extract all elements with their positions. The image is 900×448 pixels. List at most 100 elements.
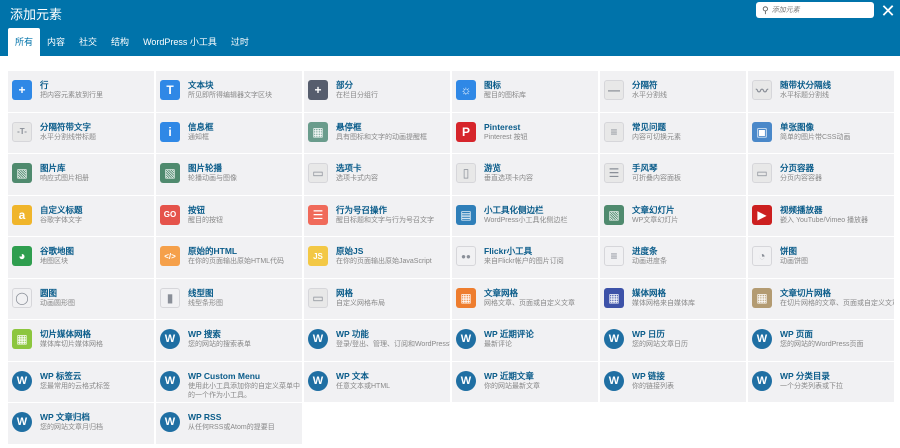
element-name: 原始JS — [336, 246, 364, 256]
element-item[interactable]: ▧ 文章幻灯片 WP文章幻灯片 — [600, 195, 746, 236]
element-item[interactable]: 〰随带状分隔线 水平标题分割线 — [748, 71, 894, 112]
element-item[interactable]: W WP 搜索 您的网站的搜索表单 — [156, 320, 302, 361]
element-item[interactable]: ▦ 媒体网格 媒体网格来自媒体库 — [600, 278, 746, 319]
js-icon: JS — [308, 246, 328, 266]
element-item[interactable]: P Pinterest Pinterest 按钮 — [452, 112, 598, 153]
element-description: 醒目的图标库 — [484, 92, 526, 99]
element-name: 悬停框 — [336, 121, 362, 132]
element-item[interactable]: W WP 标签云 您最常用的云格式标签 — [8, 361, 154, 402]
element-item[interactable]: ▣ 单张图像 简单的图片带CSS动画 — [748, 112, 894, 153]
html-icon: </> — [160, 246, 180, 266]
tab-all[interactable]: 所有 — [8, 28, 41, 56]
element-description: WP文章幻灯片 — [632, 216, 679, 224]
element-item[interactable]: i 信息框 通知框 — [156, 112, 302, 153]
element-description: 使用此小工具添加你的自定义菜单中的一个作为小工具。 — [188, 382, 300, 399]
element-name: Flickr小工具 — [484, 246, 533, 256]
zigzag-icon: 〰 — [752, 80, 772, 100]
element-name: 小工具化侧边栏 — [484, 204, 544, 215]
element-description: 分页内容容器 — [780, 175, 822, 182]
element-item[interactable]: ▭ 分页容器 分页内容容器 — [748, 154, 894, 195]
element-item[interactable]: ☼ 图标 醒目的图标库 — [452, 71, 598, 112]
search-box[interactable]: ⚲ — [756, 2, 874, 18]
element-item[interactable]: W WP 近期文章 你的网站最新文章 — [452, 361, 598, 402]
tab-structure[interactable]: 结构 — [104, 28, 136, 56]
element-item[interactable]: a 自定义标题 谷歌字体文字 — [8, 195, 154, 236]
element-item[interactable]: ▦ 文章切片网格 在切片网格的文章、页面或自定义文章 — [748, 278, 894, 319]
element-description: 从任何RSS或Atom的提要目 — [188, 424, 275, 431]
element-item[interactable]: ▯ 游览 垂直选项卡内容 — [452, 154, 598, 195]
element-description: 所见即所得编辑器文字区块 — [188, 92, 272, 99]
search-input[interactable] — [771, 3, 868, 17]
element-name: 自定义标题 — [40, 204, 83, 215]
element-name: 切片媒体网格 — [40, 329, 92, 339]
element-description: 一个分类列表或下拉 — [780, 382, 843, 390]
element-item[interactable]: </> 原始的HTML 在你的页面输出原始HTML代码 — [156, 237, 302, 278]
sun-icon: ☼ — [456, 80, 476, 100]
element-item[interactable]: ▶ 视频播放器 嵌入 YouTube/Vimeo 播放器 — [748, 195, 894, 236]
element-item[interactable]: -T- 分隔符带文字 水平分割线带标题 — [8, 112, 154, 153]
element-item[interactable]: W WP Custom Menu 使用此小工具添加你的自定义菜单中的一个作为小工具。 — [156, 361, 302, 402]
element-item[interactable]: ≡ 常见问题 内容可切换元素 — [600, 112, 746, 153]
element-description: 来自Flickr帐户的图片订阅 — [484, 258, 564, 265]
element-item[interactable]: JS 原始JS 在你的页面输出原始JavaScript — [304, 237, 450, 278]
element-item[interactable]: ☰ 行为号召操作 醒目标题和文字与行为号召文字 — [304, 195, 450, 236]
element-item[interactable]: ▦ 切片媒体网格 媒体库切片媒体网格 — [8, 320, 154, 361]
element-description: 您的网站的搜索表单 — [188, 341, 251, 348]
element-item[interactable]: ▦ 文章网格 网格文章、页面或自定义文章 — [452, 278, 598, 319]
close-icon[interactable]: ✕ — [879, 1, 897, 21]
element-item[interactable]: GO 按钮 醒目的按钮 — [156, 195, 302, 236]
element-name: WP 链接 — [632, 370, 665, 381]
element-item[interactable]: ●● Flickr小工具 来自Flickr帐户的图片订阅 — [452, 237, 598, 278]
tab-social[interactable]: 社交 — [72, 28, 104, 56]
element-item[interactable]: ▧ 图片轮播 轮播动画与图像 — [156, 154, 302, 195]
element-item[interactable]: W WP 分类目录 一个分类列表或下拉 — [748, 361, 894, 402]
modal-header: 添加元素 ⚲ ✕ 所有 内容 社交 结构 WordPress 小工具 过时 — [0, 0, 900, 56]
element-description: 您最常用的云格式标签 — [40, 382, 110, 390]
tab-deprecated[interactable]: 过时 — [224, 28, 256, 56]
element-item[interactable]: W WP 近期评论 最新评论 — [452, 320, 598, 361]
element-item[interactable]: T 文本块 所见即所得编辑器文字区块 — [156, 71, 302, 112]
element-grid: + 行把内容元素放到行里 T 文本块 所见即所得编辑器文字区块 + 部分 在栏目分组行 ☼ 图标醒… — [8, 71, 896, 444]
tab-wordpress-widgets[interactable]: WordPress 小工具 — [136, 28, 224, 56]
element-item[interactable]: ▭ 网格 自定义网格布局 — [304, 278, 450, 319]
element-item[interactable]: ▦ 悬停框 具有图标和文字的动画提醒框 — [304, 112, 450, 153]
element-name: 行 — [40, 80, 49, 90]
wordpress-icon: W — [12, 370, 32, 391]
element-item[interactable]: ◔ 饼图 动画饼图 — [748, 237, 894, 278]
wordpress-icon: W — [160, 329, 180, 349]
element-description: 内容可切换元素 — [632, 133, 681, 141]
map-icon: ◕ — [12, 246, 32, 266]
element-item[interactable]: W WP 日历 您的网站文章日历 — [600, 320, 746, 361]
element-item[interactable]: ◕ 谷歌地图 地图区块 — [8, 237, 154, 278]
element-item[interactable]: + 部分 在栏目分组行 — [304, 71, 450, 112]
element-item[interactable]: W WP 文本 任意文本或HTML — [304, 361, 450, 402]
element-name: WP 分类目录 — [780, 370, 830, 381]
element-item[interactable]: W WP 功能登录/登出、管理、订阅和WordPress链接 — [304, 320, 450, 361]
wordpress-icon: W — [12, 412, 32, 432]
element-name: 图片轮播 — [188, 163, 223, 173]
element-item[interactable]: ☰ 手风琴 可折叠内容面板 — [600, 154, 746, 195]
element-item[interactable]: ▤ 小工具化侧边栏 WordPress小工具化侧边栏 — [452, 195, 598, 236]
element-description: 醒目标题和文字与行为号召文字 — [336, 216, 434, 224]
element-item[interactable]: W WP 页面 您的网站的WordPress页面 — [748, 320, 894, 361]
element-item[interactable]: + 行把内容元素放到行里 — [8, 71, 154, 112]
text-icon: T — [160, 80, 180, 100]
element-item[interactable]: — 分隔符 水平分割线 — [600, 71, 746, 112]
element-item[interactable]: ▮ 线型图 线型条形图 — [156, 278, 302, 319]
element-description: 您的网站文章日历 — [632, 341, 688, 348]
element-name: 按钮 — [188, 204, 206, 215]
element-item[interactable]: ≡ 进度条 动画进度条 — [600, 237, 746, 278]
element-item[interactable]: ▧ 图片库 响应式图片相册 — [8, 154, 154, 195]
hoverbox-icon: ▦ — [308, 121, 328, 142]
element-name: 网格 — [336, 287, 354, 298]
element-item[interactable]: W WP 文章归档 您的网站文章月归档 — [8, 403, 154, 444]
cta-icon: ☰ — [308, 204, 328, 225]
tab-content[interactable]: 内容 — [40, 28, 72, 56]
wordpress-icon: W — [160, 412, 180, 432]
element-description: 在你的页面输出原始JavaScript — [336, 258, 432, 265]
media-grid-icon: ▦ — [604, 287, 624, 308]
element-item[interactable]: ◯ 圆图 动画圆形图 — [8, 278, 154, 319]
element-item[interactable]: W WP 链接 你的链接列表 — [600, 361, 746, 402]
element-item[interactable]: ▭ 选项卡 选项卡式内容 — [304, 154, 450, 195]
element-item[interactable]: W WP RSS 从任何RSS或Atom的提要目 — [156, 403, 302, 444]
